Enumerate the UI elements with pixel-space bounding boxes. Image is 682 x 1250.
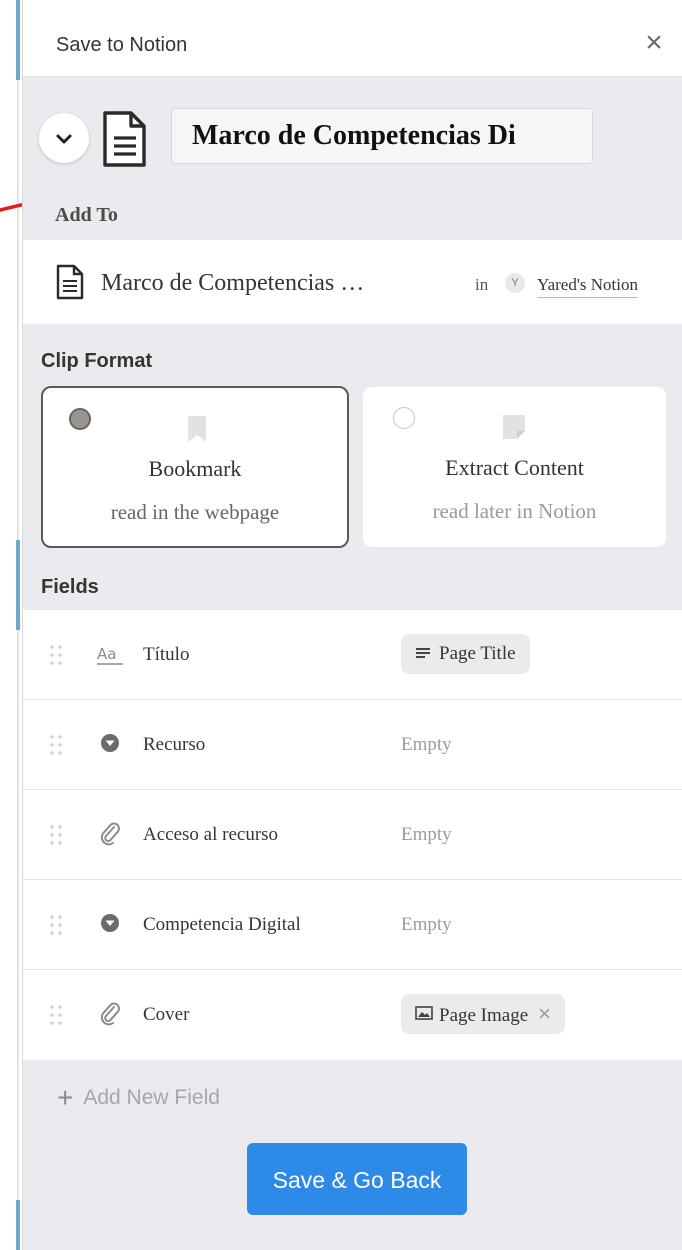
field-name: Recurso bbox=[143, 734, 206, 755]
clip-option-extract-content[interactable]: Extract Content read later in Notion bbox=[362, 386, 667, 548]
paperclip-icon bbox=[100, 1002, 120, 1026]
add-new-field-label: Add New Field bbox=[83, 1086, 220, 1109]
clip-option-subtitle: read later in Notion bbox=[432, 499, 597, 523]
strip-accent bbox=[16, 0, 20, 80]
text-aa-icon: Aa bbox=[97, 645, 123, 665]
chevron-down-icon bbox=[56, 134, 72, 144]
save-to-notion-panel: Save to Notion × Add To Marco de Compete… bbox=[22, 0, 682, 1250]
save-and-go-back-button[interactable]: Save & Go Back bbox=[247, 1143, 467, 1215]
field-value-empty[interactable]: Empty bbox=[401, 914, 452, 936]
add-to-label: Add To bbox=[55, 204, 118, 226]
radio-unselected[interactable] bbox=[393, 407, 415, 429]
field-name: Cover bbox=[143, 1004, 190, 1025]
fields-list: Aa Título Page Title Recurso Empty Acces… bbox=[23, 610, 682, 1060]
panel-title: Save to Notion bbox=[56, 34, 188, 56]
destination-page-name: Marco de Competencias … bbox=[101, 270, 365, 296]
panel-header: Save to Notion × bbox=[23, 0, 682, 77]
clip-option-subtitle: read in the webpage bbox=[110, 500, 280, 524]
field-name: Título bbox=[143, 644, 190, 665]
strip-accent bbox=[16, 1200, 20, 1250]
page-title-input[interactable] bbox=[171, 108, 593, 164]
clip-option-bookmark[interactable]: Bookmark read in the webpage bbox=[41, 386, 349, 548]
in-label: in bbox=[475, 275, 489, 294]
workspace-avatar: Y bbox=[505, 273, 525, 293]
field-name: Acceso al recurso bbox=[143, 824, 279, 845]
field-value-empty[interactable]: Empty bbox=[401, 824, 452, 846]
workspace-name[interactable]: Yared's Notion bbox=[537, 275, 638, 298]
field-row[interactable]: Cover Page Image × bbox=[23, 970, 682, 1060]
clip-option-title: Bookmark bbox=[148, 456, 242, 481]
note-icon bbox=[503, 415, 525, 439]
field-row[interactable]: Acceso al recurso Empty bbox=[23, 790, 682, 880]
add-new-field-button[interactable]: + Add New Field bbox=[57, 1082, 220, 1114]
paperclip-icon bbox=[100, 822, 120, 846]
select-icon bbox=[101, 914, 119, 932]
field-value-empty[interactable]: Empty bbox=[401, 734, 452, 756]
field-name: Competencia Digital bbox=[143, 914, 301, 935]
field-row[interactable]: Aa Título Page Title bbox=[23, 610, 682, 700]
radio-selected[interactable] bbox=[69, 408, 91, 430]
select-icon bbox=[101, 734, 119, 752]
drag-handle-icon[interactable] bbox=[49, 913, 63, 937]
clip-format-label: Clip Format bbox=[41, 350, 153, 372]
field-value-chip[interactable]: Page Title bbox=[401, 634, 530, 674]
collapse-button[interactable] bbox=[39, 113, 89, 163]
drag-handle-icon[interactable] bbox=[49, 1003, 63, 1027]
image-icon bbox=[415, 1006, 433, 1020]
page-document-icon bbox=[56, 264, 84, 300]
plus-icon: + bbox=[57, 1082, 74, 1113]
strip-accent bbox=[16, 540, 20, 630]
page-document-icon bbox=[103, 111, 146, 167]
drag-handle-icon[interactable] bbox=[49, 733, 63, 757]
field-row[interactable]: Recurso Empty bbox=[23, 700, 682, 790]
svg-text:Aa: Aa bbox=[97, 645, 116, 663]
field-value-text: Page Image bbox=[439, 1005, 529, 1026]
drag-handle-icon[interactable] bbox=[49, 643, 63, 667]
lines-icon bbox=[416, 648, 430, 658]
drag-handle-icon[interactable] bbox=[49, 823, 63, 847]
remove-value-icon[interactable]: × bbox=[538, 1001, 551, 1026]
bookmark-icon bbox=[188, 416, 206, 442]
field-value-text: Page Title bbox=[439, 643, 516, 664]
fields-label: Fields bbox=[41, 576, 99, 598]
clip-option-title: Extract Content bbox=[445, 455, 584, 480]
field-row[interactable]: Competencia Digital Empty bbox=[23, 880, 682, 970]
close-icon[interactable]: × bbox=[637, 26, 671, 60]
field-value-chip[interactable]: Page Image × bbox=[401, 994, 566, 1034]
add-to-destination[interactable]: Marco de Competencias … in Y Yared's Not… bbox=[23, 240, 682, 324]
